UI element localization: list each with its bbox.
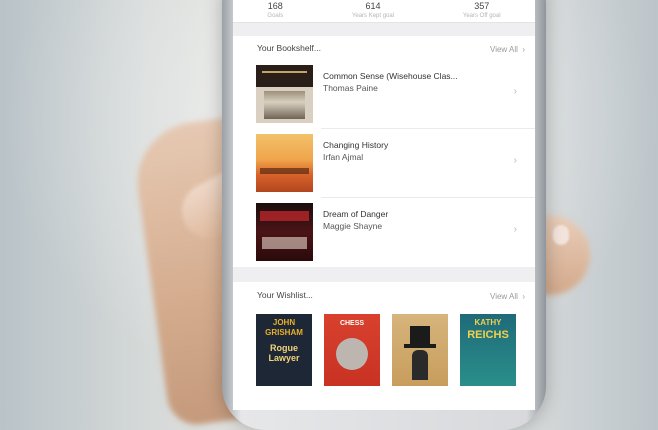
stat-goals[interactable]: 168 Goals xyxy=(267,0,284,20)
rogue-lawyer-cover[interactable]: JOHN GRISHAM Rogue Lawyer xyxy=(256,314,312,386)
cover-author-last: REICHS xyxy=(467,329,509,341)
fingernail xyxy=(553,225,569,245)
section-gap xyxy=(233,267,535,282)
stat-value: 357 xyxy=(474,1,490,11)
book-title: Dream of Danger xyxy=(323,209,389,219)
cover-author-last: GRISHAM xyxy=(265,328,303,337)
dream-of-danger-cover xyxy=(256,203,313,261)
view-all-label: View All xyxy=(490,45,518,54)
top-hat-cover[interactable] xyxy=(392,314,448,386)
bookshelf-row[interactable]: Common Sense (Wisehouse Clas... Thomas P… xyxy=(233,60,535,129)
book-author: Thomas Paine xyxy=(323,83,378,93)
wishlist-header: Your Wishlist... View All › xyxy=(233,282,535,308)
wishlist-title: Your Wishlist... xyxy=(257,290,313,300)
stat-off[interactable]: 357 Years Off goal xyxy=(462,0,501,20)
bookshelf-row[interactable]: Changing History Irfan Ajmal › xyxy=(233,129,535,198)
book-title: Common Sense (Wisehouse Clas... xyxy=(323,71,458,81)
book-author: Irfan Ajmal xyxy=(323,152,364,162)
stat-value: 168 xyxy=(267,1,283,11)
wishlist-view-all-link[interactable]: View All › xyxy=(490,286,525,304)
stat-value: 614 xyxy=(365,1,381,11)
bookshelf-title: Your Bookshelf... xyxy=(257,43,321,53)
book-meta: Dream of Danger Maggie Shayne xyxy=(323,209,503,231)
bookshelf-view-all-link[interactable]: View All › xyxy=(490,39,525,57)
view-all-label: View All xyxy=(490,292,518,301)
chess-cover[interactable]: CHESS xyxy=(324,314,380,386)
stat-label: Years Off goal xyxy=(462,13,501,19)
cover-author-first: KATHY xyxy=(474,318,502,327)
section-gap xyxy=(233,23,535,36)
book-meta: Common Sense (Wisehouse Clas... Thomas P… xyxy=(323,71,503,93)
chevron-right-icon: › xyxy=(513,224,517,235)
common-sense-cover xyxy=(256,65,313,123)
changing-history-cover xyxy=(256,134,313,192)
cover-title: CHESS xyxy=(339,320,365,327)
app-screen: 168 Goals 614 Years Kept goal 357 Years … xyxy=(233,0,535,410)
chevron-right-icon: › xyxy=(513,86,517,97)
stat-label: Goals xyxy=(267,13,284,19)
stat-label: Years Kept goal xyxy=(351,13,395,19)
cover-author-first: JOHN xyxy=(272,318,296,327)
book-meta: Changing History Irfan Ajmal xyxy=(323,140,503,162)
reichs-cover[interactable]: KATHY REICHS xyxy=(460,314,516,386)
bookshelf-row[interactable]: Dream of Danger Maggie Shayne › xyxy=(233,198,535,267)
chevron-right-icon: › xyxy=(513,155,517,166)
stats-bar: 168 Goals 614 Years Kept goal 357 Years … xyxy=(233,0,535,23)
wishlist-carousel: JOHN GRISHAM Rogue Lawyer CHESS KATHY RE… xyxy=(233,308,535,394)
chevron-right-icon: › xyxy=(522,45,525,54)
bookshelf-header: Your Bookshelf... View All › xyxy=(233,36,535,60)
book-title: Changing History xyxy=(323,140,389,150)
cover-title: Rogue Lawyer xyxy=(268,343,300,363)
chevron-right-icon: › xyxy=(522,292,525,301)
stat-kept[interactable]: 614 Years Kept goal xyxy=(351,0,395,20)
book-author: Maggie Shayne xyxy=(323,221,383,231)
